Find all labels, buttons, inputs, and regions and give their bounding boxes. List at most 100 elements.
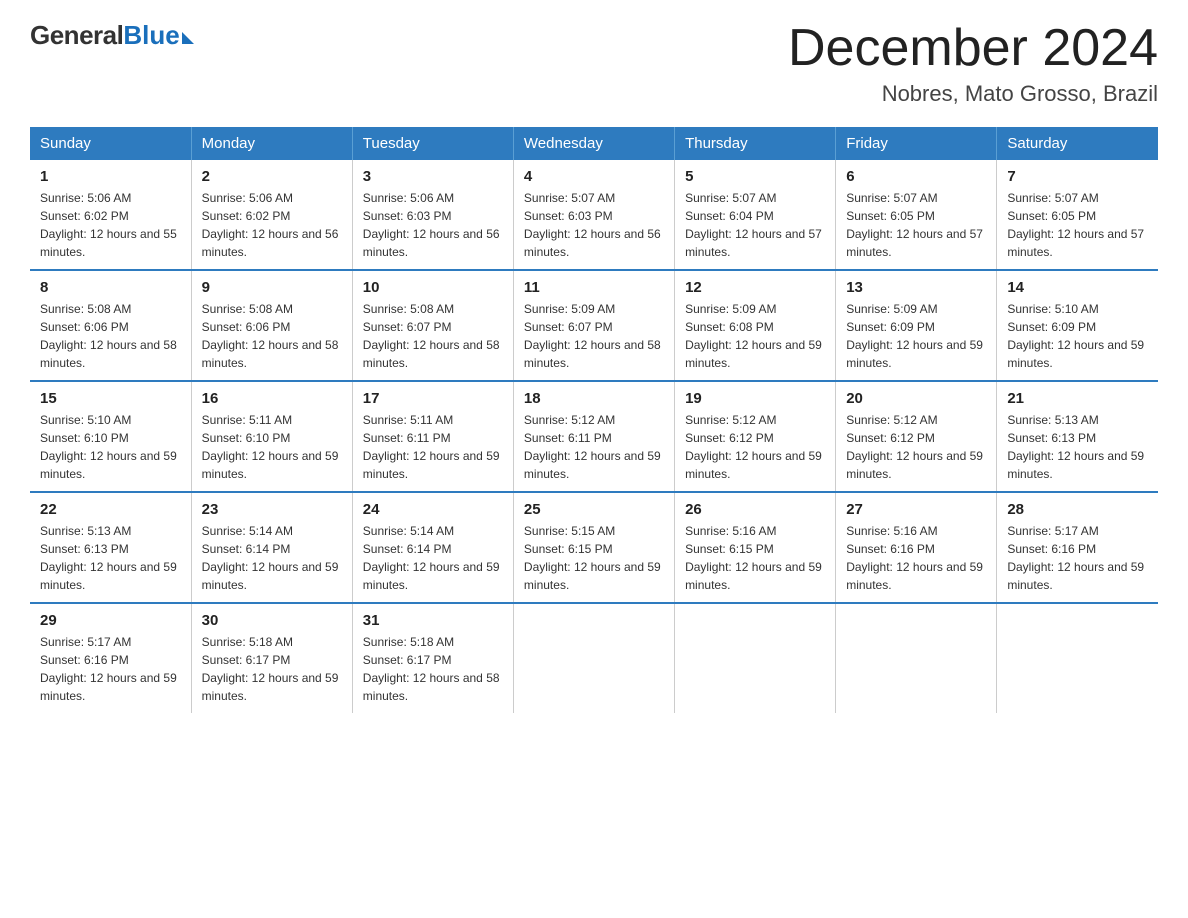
week-row-3: 15 Sunrise: 5:10 AMSunset: 6:10 PMDayligh…: [30, 381, 1158, 492]
day-info: Sunrise: 5:14 AMSunset: 6:14 PMDaylight:…: [202, 522, 342, 594]
day-cell-19: 19 Sunrise: 5:12 AMSunset: 6:12 PMDayligh…: [675, 381, 836, 492]
day-cell-28: 28 Sunrise: 5:17 AMSunset: 6:16 PMDayligh…: [997, 492, 1158, 603]
logo-triangle-icon: [182, 32, 194, 44]
day-info: Sunrise: 5:08 AMSunset: 6:06 PMDaylight:…: [40, 300, 181, 372]
day-info: Sunrise: 5:18 AMSunset: 6:17 PMDaylight:…: [202, 633, 342, 705]
empty-cell: [836, 603, 997, 713]
day-cell-2: 2Sunrise: 5:06 AMSunset: 6:02 PMDaylight…: [191, 160, 352, 270]
day-info: Sunrise: 5:15 AMSunset: 6:15 PMDaylight:…: [524, 522, 664, 594]
header-day-thursday: Thursday: [675, 127, 836, 160]
empty-cell: [997, 603, 1158, 713]
day-number: 8: [40, 279, 181, 296]
day-cell-25: 25 Sunrise: 5:15 AMSunset: 6:15 PMDayligh…: [513, 492, 674, 603]
day-cell-21: 21 Sunrise: 5:13 AMSunset: 6:13 PMDayligh…: [997, 381, 1158, 492]
empty-cell: [513, 603, 674, 713]
day-cell-12: 12Sunrise: 5:09 AMSunset: 6:08 PMDayligh…: [675, 270, 836, 381]
day-number: 3: [363, 168, 503, 185]
day-info: Sunrise: 5:12 AMSunset: 6:12 PMDaylight:…: [846, 411, 986, 483]
day-info: Sunrise: 5:07 AMSunset: 6:05 PMDaylight:…: [1007, 189, 1148, 261]
day-info: Sunrise: 5:12 AMSunset: 6:12 PMDaylight:…: [685, 411, 825, 483]
day-info: Sunrise: 5:10 AMSunset: 6:10 PMDaylight:…: [40, 411, 181, 483]
day-number: 31: [363, 612, 503, 629]
month-title: December 2024: [788, 20, 1158, 77]
calendar-body: 1 Sunrise: 5:06 AMSunset: 6:02 PMDaylight…: [30, 160, 1158, 713]
day-number: 22: [40, 501, 181, 518]
day-cell-11: 11Sunrise: 5:09 AMSunset: 6:07 PMDayligh…: [513, 270, 674, 381]
day-cell-4: 4Sunrise: 5:07 AMSunset: 6:03 PMDaylight…: [513, 160, 674, 270]
day-info: Sunrise: 5:08 AMSunset: 6:07 PMDaylight:…: [363, 300, 503, 372]
day-number: 6: [846, 168, 986, 185]
day-number: 16: [202, 390, 342, 407]
day-info: Sunrise: 5:08 AMSunset: 6:06 PMDaylight:…: [202, 300, 342, 372]
day-info: Sunrise: 5:16 AMSunset: 6:15 PMDaylight:…: [685, 522, 825, 594]
day-info: Sunrise: 5:11 AMSunset: 6:10 PMDaylight:…: [202, 411, 342, 483]
day-info: Sunrise: 5:06 AMSunset: 6:02 PMDaylight:…: [202, 189, 342, 261]
logo-blue-text: Blue: [123, 20, 179, 51]
day-cell-3: 3Sunrise: 5:06 AMSunset: 6:03 PMDaylight…: [352, 160, 513, 270]
day-info: Sunrise: 5:13 AMSunset: 6:13 PMDaylight:…: [40, 522, 181, 594]
day-cell-24: 24Sunrise: 5:14 AMSunset: 6:14 PMDayligh…: [352, 492, 513, 603]
day-number: 9: [202, 279, 342, 296]
header-day-saturday: Saturday: [997, 127, 1158, 160]
day-number: 25: [524, 501, 664, 518]
day-number: 30: [202, 612, 342, 629]
header-day-tuesday: Tuesday: [352, 127, 513, 160]
day-cell-23: 23Sunrise: 5:14 AMSunset: 6:14 PMDayligh…: [191, 492, 352, 603]
day-info: Sunrise: 5:17 AMSunset: 6:16 PMDaylight:…: [1007, 522, 1148, 594]
day-cell-20: 20 Sunrise: 5:12 AMSunset: 6:12 PMDayligh…: [836, 381, 997, 492]
day-cell-31: 31 Sunrise: 5:18 AMSunset: 6:17 PMDayligh…: [352, 603, 513, 713]
header-day-sunday: Sunday: [30, 127, 191, 160]
location-title: Nobres, Mato Grosso, Brazil: [788, 81, 1158, 107]
day-number: 5: [685, 168, 825, 185]
header-day-wednesday: Wednesday: [513, 127, 674, 160]
day-cell-8: 8 Sunrise: 5:08 AMSunset: 6:06 PMDaylight…: [30, 270, 191, 381]
day-number: 29: [40, 612, 181, 629]
day-number: 4: [524, 168, 664, 185]
day-cell-30: 30 Sunrise: 5:18 AMSunset: 6:17 PMDayligh…: [191, 603, 352, 713]
day-number: 21: [1007, 390, 1148, 407]
day-cell-7: 7 Sunrise: 5:07 AMSunset: 6:05 PMDaylight…: [997, 160, 1158, 270]
day-number: 18: [524, 390, 664, 407]
day-cell-1: 1Sunrise: 5:06 AMSunset: 6:02 PMDaylight…: [30, 160, 191, 270]
day-number: 28: [1007, 501, 1148, 518]
calendar-table: SundayMondayTuesdayWednesdayThursdayFrid…: [30, 127, 1158, 713]
day-cell-29: 29 Sunrise: 5:17 AMSunset: 6:16 PMDayligh…: [30, 603, 191, 713]
day-cell-10: 10Sunrise: 5:08 AMSunset: 6:07 PMDayligh…: [352, 270, 513, 381]
day-number: 26: [685, 501, 825, 518]
day-number: 12: [685, 279, 825, 296]
header-day-friday: Friday: [836, 127, 997, 160]
day-number: 17: [363, 390, 503, 407]
day-info: Sunrise: 5:12 AMSunset: 6:11 PMDaylight:…: [524, 411, 664, 483]
day-cell-13: 13Sunrise: 5:09 AMSunset: 6:09 PMDayligh…: [836, 270, 997, 381]
day-number: 19: [685, 390, 825, 407]
day-info: Sunrise: 5:18 AMSunset: 6:17 PMDaylight:…: [363, 633, 503, 705]
day-number: 20: [846, 390, 986, 407]
day-info: Sunrise: 5:09 AMSunset: 6:07 PMDaylight:…: [524, 300, 664, 372]
day-number: 24: [363, 501, 503, 518]
header-day-monday: Monday: [191, 127, 352, 160]
day-info: Sunrise: 5:09 AMSunset: 6:09 PMDaylight:…: [846, 300, 986, 372]
day-cell-18: 18 Sunrise: 5:12 AMSunset: 6:11 PMDayligh…: [513, 381, 674, 492]
day-info: Sunrise: 5:07 AMSunset: 6:04 PMDaylight:…: [685, 189, 825, 261]
day-number: 15: [40, 390, 181, 407]
day-cell-5: 5 Sunrise: 5:07 AMSunset: 6:04 PMDaylight…: [675, 160, 836, 270]
day-number: 14: [1007, 279, 1148, 296]
week-row-2: 8 Sunrise: 5:08 AMSunset: 6:06 PMDaylight…: [30, 270, 1158, 381]
day-info: Sunrise: 5:13 AMSunset: 6:13 PMDaylight:…: [1007, 411, 1148, 483]
logo: General Blue: [30, 20, 194, 51]
day-cell-27: 27Sunrise: 5:16 AMSunset: 6:16 PMDayligh…: [836, 492, 997, 603]
week-row-5: 29 Sunrise: 5:17 AMSunset: 6:16 PMDayligh…: [30, 603, 1158, 713]
day-cell-9: 9 Sunrise: 5:08 AMSunset: 6:06 PMDaylight…: [191, 270, 352, 381]
day-cell-17: 17 Sunrise: 5:11 AMSunset: 6:11 PMDayligh…: [352, 381, 513, 492]
header-row: SundayMondayTuesdayWednesdayThursdayFrid…: [30, 127, 1158, 160]
title-area: December 2024 Nobres, Mato Grosso, Brazi…: [788, 20, 1158, 107]
day-number: 1: [40, 168, 181, 185]
day-cell-16: 16 Sunrise: 5:11 AMSunset: 6:10 PMDayligh…: [191, 381, 352, 492]
empty-cell: [675, 603, 836, 713]
logo-general-text: General: [30, 20, 123, 51]
day-info: Sunrise: 5:11 AMSunset: 6:11 PMDaylight:…: [363, 411, 503, 483]
week-row-1: 1 Sunrise: 5:06 AMSunset: 6:02 PMDaylight…: [30, 160, 1158, 270]
day-number: 7: [1007, 168, 1148, 185]
day-number: 27: [846, 501, 986, 518]
day-info: Sunrise: 5:17 AMSunset: 6:16 PMDaylight:…: [40, 633, 181, 705]
